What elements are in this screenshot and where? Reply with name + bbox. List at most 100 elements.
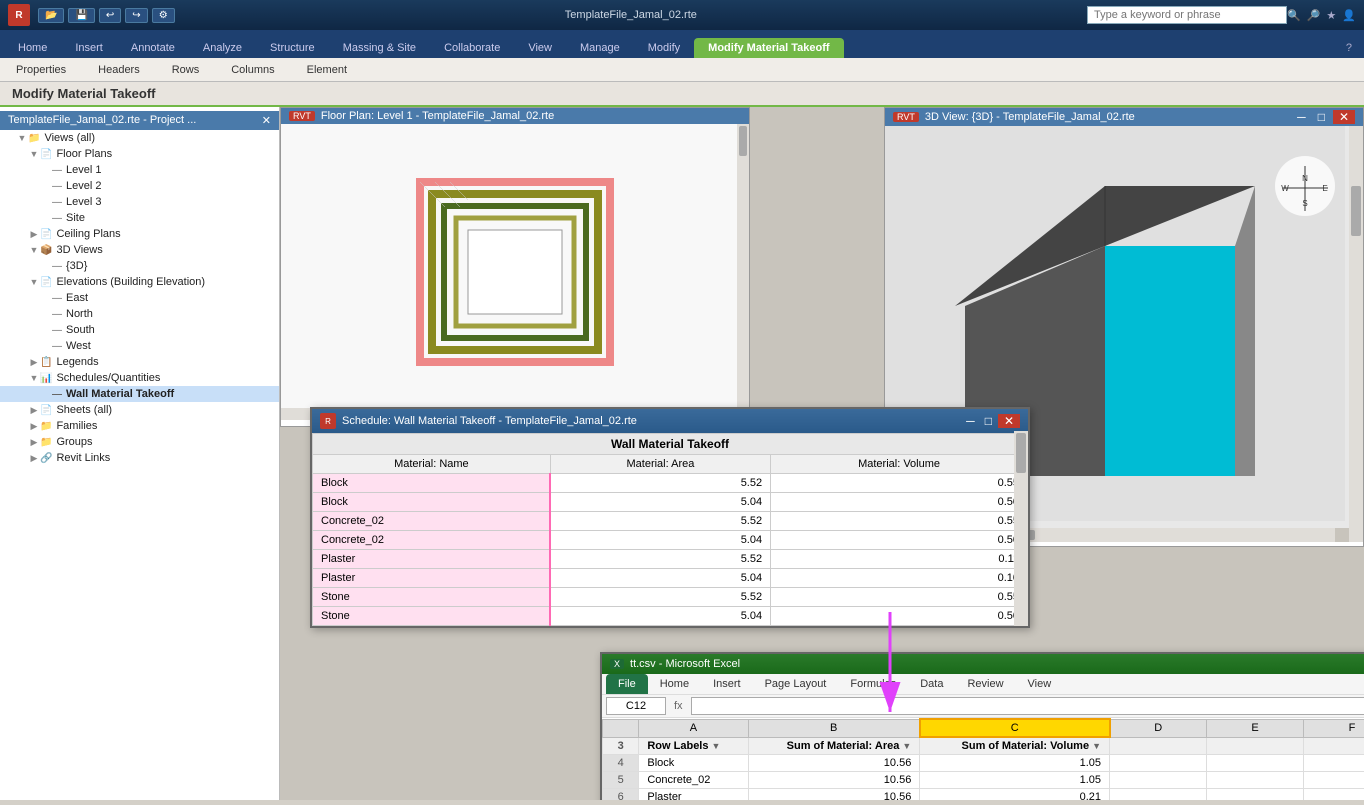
excel-cell-f[interactable] bbox=[1303, 737, 1364, 755]
schedule-min-btn[interactable]: ─ bbox=[962, 414, 979, 428]
sidebar-item-wall-takeoff[interactable]: — Wall Material Takeoff bbox=[0, 386, 279, 402]
schedule-max-btn[interactable]: □ bbox=[981, 414, 996, 428]
sidebar-item-legends[interactable]: ▶ 📋 Legends bbox=[0, 354, 279, 370]
excel-cell-f[interactable] bbox=[1303, 789, 1364, 801]
excel-window: X tt.csv - Microsoft Excel ─ ❐ ✕ File Ho… bbox=[600, 652, 1364, 800]
excel-cell-b[interactable]: 10.56 bbox=[748, 755, 920, 772]
tab-modify-takeoff[interactable]: Modify Material Takeoff bbox=[694, 38, 843, 58]
sidebar-item-elevations[interactable]: ▼ 📄 Elevations (Building Elevation) bbox=[0, 274, 279, 290]
sidebar-item-revit-links[interactable]: ▶ 🔗 Revit Links bbox=[0, 450, 279, 466]
excel-tab-review[interactable]: Review bbox=[955, 674, 1015, 694]
col-header-e[interactable]: E bbox=[1207, 719, 1304, 737]
excel-cell-b[interactable]: Sum of Material: Area ▼ bbox=[748, 737, 920, 755]
sidebar-item-ceiling-plans[interactable]: ▶ 📄 Ceiling Plans bbox=[0, 226, 279, 242]
sub-tab-properties[interactable]: Properties bbox=[8, 62, 74, 78]
col-header-d[interactable]: D bbox=[1110, 719, 1207, 737]
sidebar-item-3d-views[interactable]: ▼ 📦 3D Views bbox=[0, 242, 279, 258]
tab-massing[interactable]: Massing & Site bbox=[329, 38, 430, 58]
excel-cell-e[interactable] bbox=[1207, 755, 1304, 772]
3d-max-btn[interactable]: □ bbox=[1314, 110, 1329, 124]
formula-input[interactable] bbox=[691, 697, 1364, 715]
excel-cell-a[interactable]: Block bbox=[639, 755, 748, 772]
excel-cell-a[interactable]: Concrete_02 bbox=[639, 772, 748, 789]
sidebar-item-views-all[interactable]: ▼ 📁 Views (all) bbox=[0, 130, 279, 146]
excel-cell-b[interactable]: 10.56 bbox=[748, 789, 920, 801]
save-button[interactable]: 💾 bbox=[68, 8, 94, 23]
close-browser-icon[interactable]: ✕ bbox=[262, 114, 271, 127]
excel-cell-b[interactable]: 10.56 bbox=[748, 772, 920, 789]
undo-button[interactable]: ↩ bbox=[99, 8, 121, 23]
sidebar-item-level2[interactable]: — Level 2 bbox=[0, 178, 279, 194]
tab-home[interactable]: Home bbox=[4, 38, 61, 58]
sub-tab-headers[interactable]: Headers bbox=[90, 62, 148, 78]
excel-tab-page[interactable]: Page Layout bbox=[753, 674, 839, 694]
sidebar-item-east[interactable]: — East bbox=[0, 290, 279, 306]
sidebar-item-sheets[interactable]: ▶ 📄 Sheets (all) bbox=[0, 402, 279, 418]
excel-tab-view[interactable]: View bbox=[1016, 674, 1064, 694]
search-icon[interactable]: 🔍 bbox=[1287, 9, 1301, 22]
sidebar-item-families[interactable]: ▶ 📁 Families bbox=[0, 418, 279, 434]
excel-cell-d[interactable] bbox=[1110, 737, 1207, 755]
sidebar-item-level1[interactable]: — Level 1 bbox=[0, 162, 279, 178]
excel-cell-f[interactable] bbox=[1303, 755, 1364, 772]
sidebar-item-south[interactable]: — South bbox=[0, 322, 279, 338]
schedule-close-btn[interactable]: ✕ bbox=[998, 414, 1020, 428]
excel-tab-file[interactable]: File bbox=[606, 674, 648, 694]
excel-cell-c[interactable]: 0.21 bbox=[920, 789, 1110, 801]
sidebar-item-site[interactable]: — Site bbox=[0, 210, 279, 226]
sidebar-item-groups[interactable]: ▶ 📁 Groups bbox=[0, 434, 279, 450]
excel-cell-d[interactable] bbox=[1110, 772, 1207, 789]
tab-annotate[interactable]: Annotate bbox=[117, 38, 189, 58]
sub-tab-rows[interactable]: Rows bbox=[164, 62, 208, 78]
excel-row: 5 Concrete_02 10.56 1.05 bbox=[603, 772, 1364, 789]
tab-view[interactable]: View bbox=[514, 38, 566, 58]
excel-cell-f[interactable] bbox=[1303, 772, 1364, 789]
excel-cell-e[interactable] bbox=[1207, 772, 1304, 789]
sidebar-item-floor-plans[interactable]: ▼ 📄 Floor Plans bbox=[0, 146, 279, 162]
excel-tab-formulas[interactable]: Formulas bbox=[838, 674, 908, 694]
excel-cell-c[interactable]: Sum of Material: Volume ▼ bbox=[920, 737, 1110, 755]
open-button[interactable]: 📂 bbox=[38, 8, 64, 23]
expand-floor-plans-icon: ▼ bbox=[28, 149, 40, 159]
tab-insert[interactable]: Insert bbox=[61, 38, 117, 58]
col-header-a[interactable]: A bbox=[639, 719, 748, 737]
tab-modify[interactable]: Modify bbox=[634, 38, 694, 58]
3d-min-btn[interactable]: ─ bbox=[1293, 110, 1310, 124]
3d-close-btn[interactable]: ✕ bbox=[1333, 110, 1355, 124]
redo-button[interactable]: ↪ bbox=[125, 8, 147, 23]
sidebar-item-schedules[interactable]: ▼ 📊 Schedules/Quantities bbox=[0, 370, 279, 386]
excel-cell-a[interactable]: Plaster bbox=[639, 789, 748, 801]
tab-structure[interactable]: Structure bbox=[256, 38, 329, 58]
sidebar-item-level3[interactable]: — Level 3 bbox=[0, 194, 279, 210]
excel-cell-e[interactable] bbox=[1207, 737, 1304, 755]
ribbon-help-icon[interactable]: ? bbox=[1338, 38, 1360, 58]
excel-cell-d[interactable] bbox=[1110, 755, 1207, 772]
zoom-icon[interactable]: 🔎 bbox=[1307, 9, 1321, 22]
settings-button[interactable]: ⚙ bbox=[152, 8, 175, 23]
col-header-f[interactable]: F bbox=[1303, 719, 1364, 737]
excel-cell-c[interactable]: 1.05 bbox=[920, 755, 1110, 772]
view-icon: — bbox=[52, 213, 62, 224]
scroll-bar-fp[interactable] bbox=[737, 124, 749, 420]
excel-cell-c[interactable]: 1.05 bbox=[920, 772, 1110, 789]
excel-cell-d[interactable] bbox=[1110, 789, 1207, 801]
sub-tab-columns[interactable]: Columns bbox=[223, 62, 282, 78]
sub-tab-element[interactable]: Element bbox=[299, 62, 355, 78]
tab-manage[interactable]: Manage bbox=[566, 38, 634, 58]
search-input[interactable] bbox=[1087, 6, 1287, 24]
tab-collaborate[interactable]: Collaborate bbox=[430, 38, 514, 58]
col-header-b[interactable]: B bbox=[748, 719, 920, 737]
excel-cell-e[interactable] bbox=[1207, 789, 1304, 801]
excel-tab-data[interactable]: Data bbox=[908, 674, 955, 694]
scroll-bar-3d[interactable] bbox=[1349, 126, 1363, 542]
sidebar-item-west[interactable]: — West bbox=[0, 338, 279, 354]
schedule-scrollbar[interactable] bbox=[1014, 431, 1028, 626]
sidebar-item-3d[interactable]: — {3D} bbox=[0, 258, 279, 274]
excel-tab-insert[interactable]: Insert bbox=[701, 674, 753, 694]
col-header-c-selected[interactable]: C bbox=[920, 719, 1110, 737]
sidebar-item-north[interactable]: — North bbox=[0, 306, 279, 322]
tab-analyze[interactable]: Analyze bbox=[189, 38, 256, 58]
excel-tab-home[interactable]: Home bbox=[648, 674, 701, 694]
excel-cell-a[interactable]: Row Labels ▼ bbox=[639, 737, 748, 755]
cell-ref-input[interactable] bbox=[606, 697, 666, 715]
